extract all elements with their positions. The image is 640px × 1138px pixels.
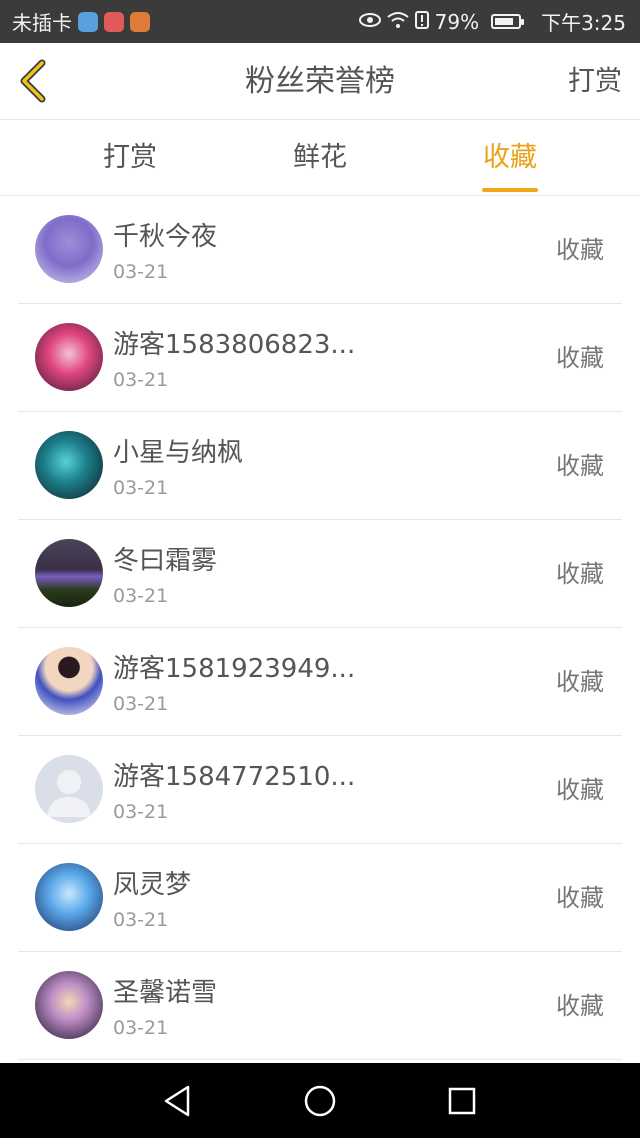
list-item[interactable]: 千秋今夜 03-21 收藏	[18, 196, 622, 304]
fan-date: 03-21	[113, 585, 169, 607]
fan-name: 千秋今夜	[113, 222, 218, 252]
list-item[interactable]: 游客1584772510... 03-21 收藏	[18, 736, 622, 844]
tab-favorites[interactable]: 收藏	[450, 120, 570, 196]
default-user-icon	[47, 770, 91, 817]
notification-app-icon	[104, 11, 124, 32]
fan-date: 03-21	[113, 1017, 169, 1039]
fan-date: 03-21	[113, 909, 169, 931]
battery-icon	[491, 14, 525, 29]
status-bar: 未插卡 79% 下午3:25	[0, 0, 640, 43]
wifi-icon	[387, 11, 409, 33]
avatar	[35, 539, 103, 607]
tab-flowers[interactable]: 鲜花	[260, 120, 380, 196]
tab-bar: 打赏 鲜花 收藏	[0, 120, 640, 196]
fan-name: 冬曰霜雾	[113, 546, 218, 576]
avatar	[35, 215, 103, 283]
triangle-back-icon	[164, 1085, 190, 1117]
app-header: 粉丝荣誉榜 打赏	[0, 43, 640, 120]
battery-percent: 79%	[434, 9, 480, 34]
circle-home-icon	[304, 1085, 336, 1117]
fan-name: 小星与纳枫	[113, 438, 244, 468]
fan-name: 游客1583806823...	[113, 330, 356, 360]
fan-action-label: 收藏	[556, 668, 604, 696]
avatar	[35, 323, 103, 391]
square-recents-icon	[448, 1087, 476, 1115]
fan-action-label: 收藏	[556, 236, 604, 264]
fan-date: 03-21	[113, 693, 169, 715]
nav-recents-button[interactable]	[444, 1083, 480, 1119]
status-bar-right: 79% 下午3:25	[358, 7, 626, 36]
avatar	[35, 863, 103, 931]
avatar	[35, 971, 103, 1039]
fan-name: 凤灵梦	[113, 870, 192, 900]
notification-app-icon	[78, 11, 98, 32]
nav-home-button[interactable]	[302, 1083, 338, 1119]
active-tab-indicator	[482, 188, 538, 192]
fan-date: 03-21	[113, 477, 169, 499]
list-item[interactable]: 圣馨诺雪 03-21 收藏	[18, 952, 622, 1060]
fan-list: 千秋今夜 03-21 收藏 游客1583806823... 03-21 收藏 小…	[0, 196, 640, 1060]
nav-back-button[interactable]	[160, 1083, 196, 1119]
fan-date: 03-21	[113, 801, 169, 823]
fan-name: 游客1581923949...	[113, 654, 356, 684]
fan-action-label: 收藏	[556, 344, 604, 372]
notification-book-icon	[130, 11, 150, 32]
fan-name: 圣馨诺雪	[113, 978, 218, 1008]
fan-action-label: 收藏	[556, 992, 604, 1020]
tab-reward[interactable]: 打赏	[70, 120, 190, 196]
fan-action-label: 收藏	[556, 884, 604, 912]
page-title: 粉丝荣誉榜	[245, 64, 395, 99]
list-item[interactable]: 游客1581923949... 03-21 收藏	[18, 628, 622, 736]
sim-alert-icon	[414, 10, 429, 33]
list-item[interactable]: 小星与纳枫 03-21 收藏	[18, 412, 622, 520]
fan-action-label: 收藏	[556, 452, 604, 480]
fan-action-label: 收藏	[556, 776, 604, 804]
avatar	[35, 647, 103, 715]
system-nav-bar	[0, 1063, 640, 1138]
clock: 下午3:25	[541, 11, 626, 35]
eye-icon	[358, 12, 381, 32]
fan-date: 03-21	[113, 261, 169, 283]
fan-action-label: 收藏	[556, 560, 604, 588]
list-item[interactable]: 凤灵梦 03-21 收藏	[18, 844, 622, 952]
avatar	[35, 431, 103, 499]
status-bar-left: 未插卡	[12, 7, 150, 36]
carrier-text: 未插卡	[12, 11, 72, 35]
avatar	[35, 755, 103, 823]
fan-date: 03-21	[113, 369, 169, 391]
fan-name: 游客1584772510...	[113, 762, 356, 792]
list-item[interactable]: 冬曰霜雾 03-21 收藏	[18, 520, 622, 628]
list-item[interactable]: 游客1583806823... 03-21 收藏	[18, 304, 622, 412]
reward-button[interactable]: 打赏	[568, 43, 622, 120]
